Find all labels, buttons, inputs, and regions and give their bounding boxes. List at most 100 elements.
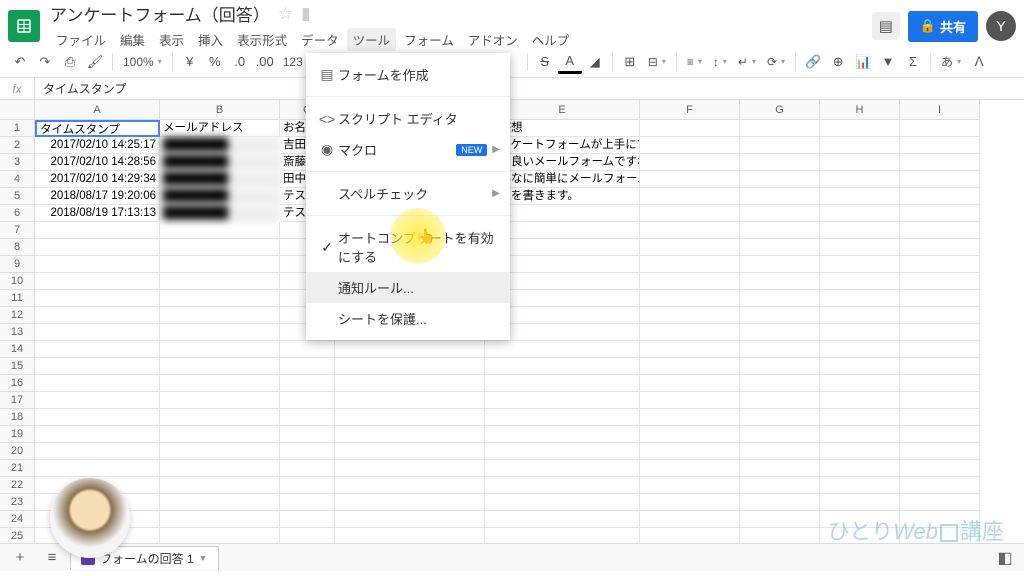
row-header[interactable]: 16	[0, 375, 35, 392]
cell[interactable]	[640, 426, 740, 443]
cell[interactable]	[900, 477, 980, 494]
cell[interactable]	[820, 460, 900, 477]
cell[interactable]	[640, 120, 740, 137]
cell[interactable]	[280, 375, 335, 392]
cell[interactable]	[35, 460, 160, 477]
borders-button[interactable]: ⊞	[618, 50, 642, 74]
col-header[interactable]: B	[160, 100, 280, 120]
cell[interactable]	[640, 511, 740, 528]
cell[interactable]	[820, 188, 900, 205]
row-header[interactable]: 20	[0, 443, 35, 460]
col-header[interactable]: H	[820, 100, 900, 120]
menu-help[interactable]: ヘルプ	[526, 28, 576, 51]
cell[interactable]	[820, 239, 900, 256]
cell[interactable]	[740, 494, 820, 511]
cell[interactable]	[280, 477, 335, 494]
row-header[interactable]: 15	[0, 358, 35, 375]
print-button[interactable]: ⎙	[58, 50, 82, 74]
cell[interactable]: ████████	[160, 137, 280, 154]
comments-button[interactable]: ▤	[872, 12, 900, 40]
cell[interactable]	[335, 426, 485, 443]
col-header[interactable]: I	[900, 100, 980, 120]
ime-button[interactable]: あ	[936, 50, 966, 74]
cell[interactable]	[35, 239, 160, 256]
row-header[interactable]: 1	[0, 120, 35, 137]
cell[interactable]	[820, 307, 900, 324]
cell[interactable]	[740, 222, 820, 239]
cell[interactable]	[335, 494, 485, 511]
explore-button[interactable]: ◧	[992, 547, 1018, 569]
cell[interactable]	[820, 358, 900, 375]
cell[interactable]: 2018/08/17 19:20:06	[35, 188, 160, 205]
cell[interactable]	[820, 375, 900, 392]
cell[interactable]	[640, 154, 740, 171]
cell[interactable]	[160, 511, 280, 528]
cell[interactable]	[820, 273, 900, 290]
user-avatar[interactable]: Y	[986, 11, 1016, 41]
cell[interactable]	[820, 256, 900, 273]
cell[interactable]	[820, 341, 900, 358]
all-sheets-button[interactable]: ≡	[38, 547, 66, 569]
cell[interactable]	[35, 409, 160, 426]
row-header[interactable]: 19	[0, 426, 35, 443]
cell[interactable]	[160, 273, 280, 290]
cell[interactable]	[335, 392, 485, 409]
comment-button[interactable]: ⊕	[826, 50, 850, 74]
cell[interactable]	[160, 324, 280, 341]
cell[interactable]	[820, 171, 900, 188]
cell[interactable]	[640, 477, 740, 494]
cell[interactable]	[900, 409, 980, 426]
cell[interactable]	[740, 239, 820, 256]
cell[interactable]	[35, 392, 160, 409]
cell[interactable]	[740, 477, 820, 494]
cell[interactable]	[160, 256, 280, 273]
cell[interactable]	[820, 511, 900, 528]
cell[interactable]	[820, 154, 900, 171]
cell[interactable]	[335, 511, 485, 528]
cell[interactable]	[640, 409, 740, 426]
redo-button[interactable]: ↷	[33, 50, 57, 74]
cell[interactable]	[35, 307, 160, 324]
halign-button[interactable]: ≡	[682, 50, 707, 74]
cell[interactable]: 2017/02/10 14:25:17	[35, 137, 160, 154]
cell[interactable]	[740, 273, 820, 290]
row-header[interactable]: 10	[0, 273, 35, 290]
cell[interactable]	[740, 460, 820, 477]
menu-notification-rules[interactable]: 通知ルール...	[306, 272, 510, 303]
cell[interactable]	[640, 494, 740, 511]
collapse-button[interactable]: ᐱ	[967, 50, 991, 74]
menu-script-editor[interactable]: <> スクリプト エディタ	[306, 103, 510, 134]
cell[interactable]	[640, 375, 740, 392]
undo-button[interactable]: ↶	[8, 50, 32, 74]
cell[interactable]	[900, 171, 980, 188]
cell[interactable]	[160, 443, 280, 460]
cell[interactable]	[740, 341, 820, 358]
cell[interactable]: ████████	[160, 188, 280, 205]
cell[interactable]: タイムスタンプ	[35, 120, 160, 137]
cell[interactable]	[640, 256, 740, 273]
cell[interactable]	[740, 511, 820, 528]
row-header[interactable]: 22	[0, 477, 35, 494]
cell[interactable]: ████████	[160, 205, 280, 222]
cell[interactable]	[640, 273, 740, 290]
cell[interactable]: 2017/02/10 14:28:56	[35, 154, 160, 171]
cell[interactable]	[740, 154, 820, 171]
share-button[interactable]: 🔒 共有	[908, 11, 978, 42]
doc-title[interactable]: アンケートフォーム（回答）	[50, 1, 270, 26]
cell[interactable]	[640, 392, 740, 409]
cell[interactable]: ████████	[160, 171, 280, 188]
row-header[interactable]: 5	[0, 188, 35, 205]
col-header[interactable]: G	[740, 100, 820, 120]
cell[interactable]	[900, 341, 980, 358]
row-header[interactable]: 12	[0, 307, 35, 324]
wrap-button[interactable]: ↵	[733, 50, 761, 74]
cell[interactable]	[280, 392, 335, 409]
increase-decimal-button[interactable]: .00	[253, 50, 277, 74]
cell[interactable]	[35, 443, 160, 460]
cell[interactable]	[35, 273, 160, 290]
cell[interactable]	[640, 443, 740, 460]
cell[interactable]	[160, 409, 280, 426]
cell[interactable]	[35, 341, 160, 358]
cell[interactable]	[280, 341, 335, 358]
cell[interactable]	[740, 426, 820, 443]
